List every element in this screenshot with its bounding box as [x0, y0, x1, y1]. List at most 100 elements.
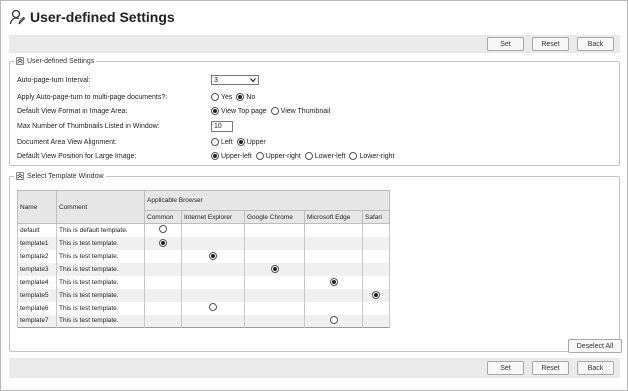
table-row[interactable]: template4 This is test template. — [17, 275, 390, 289]
view-format-thumbnail[interactable]: View Thumbnail — [270, 107, 330, 115]
collapse-icon[interactable] — [16, 57, 24, 65]
browser-cell — [362, 301, 390, 315]
template-name: template3 — [17, 262, 57, 276]
browser-cell — [181, 262, 245, 276]
browser-cell — [244, 301, 305, 315]
browser-cell — [362, 223, 390, 237]
auto-turn-interval-label: Auto-page-turn Interval: — [17, 76, 91, 84]
template-name: default — [17, 223, 57, 237]
position-upper-right[interactable]: Upper-right — [255, 152, 301, 160]
col-browser: Common — [144, 210, 182, 224]
browser-cell — [144, 288, 182, 302]
table-row[interactable]: template7 This is test template. — [17, 314, 390, 328]
browser-cell — [362, 288, 390, 302]
radio-left[interactable] — [211, 138, 219, 146]
radio-no[interactable] — [236, 93, 245, 101]
template-name: template6 — [17, 301, 57, 315]
browser-cell — [144, 301, 182, 315]
browser-cell — [304, 314, 363, 328]
table-row[interactable]: template2 This is test template. — [17, 249, 390, 263]
template-comment: This is test template. — [56, 236, 145, 250]
browser-cell — [304, 249, 363, 263]
browser-cell — [181, 249, 245, 263]
collapse-icon[interactable] — [16, 172, 24, 180]
template-name: template1 — [17, 236, 57, 250]
user-settings-legend[interactable]: User-defined Settings — [14, 57, 96, 65]
browser-cell — [304, 288, 363, 302]
browser-cell — [244, 275, 305, 289]
template-radio[interactable] — [372, 291, 380, 299]
col-comment: Comment — [56, 190, 145, 224]
top-toolbar: Set Reset Back — [9, 35, 620, 53]
browser-cell — [144, 314, 182, 328]
template-name: template5 — [17, 288, 57, 302]
table-row[interactable]: template5 This is test template. — [17, 288, 390, 302]
table-row[interactable]: default This is default template. — [17, 223, 390, 237]
table-row[interactable]: template3 This is test template. — [17, 262, 390, 276]
apply-auto-turn-label: Apply Auto-page-turn to multi-page docum… — [17, 93, 168, 101]
page-header: User-defined Settings — [9, 7, 175, 27]
alignment-left[interactable]: Left — [211, 138, 233, 146]
view-format-top-page[interactable]: View Top page — [211, 107, 267, 115]
browser-cell — [181, 236, 245, 250]
browser-cell — [181, 275, 245, 289]
back-button[interactable]: Back — [577, 361, 614, 375]
radio-upper[interactable] — [236, 138, 245, 146]
deselect-all-button[interactable]: Deselect All — [568, 339, 622, 353]
page-title: User-defined Settings — [30, 9, 175, 25]
browser-cell — [362, 314, 390, 328]
set-button[interactable]: Set — [487, 37, 524, 51]
browser-cell — [304, 236, 363, 250]
template-name: template7 — [17, 314, 57, 328]
radio-view-top-page[interactable] — [211, 107, 219, 115]
max-thumbnails-label: Max Number of Thumbnails Listed in Windo… — [17, 122, 160, 130]
position-upper-left[interactable]: Upper-left — [211, 152, 252, 160]
browser-cell — [244, 236, 305, 250]
position-lower-left[interactable]: Lower-left — [304, 152, 345, 160]
user-icon — [9, 9, 25, 25]
radio-lower-right[interactable] — [349, 152, 358, 160]
radio-yes[interactable] — [211, 93, 219, 101]
auto-turn-interval-select[interactable]: 3 — [211, 75, 259, 85]
col-browser: Internet Explorer — [181, 210, 245, 224]
position-lower-right[interactable]: Lower-right — [349, 152, 395, 160]
browser-cell — [181, 223, 245, 237]
template-radio[interactable] — [329, 278, 338, 286]
browser-cell — [304, 262, 363, 276]
browser-cell — [362, 249, 390, 263]
view-position-label: Default View Position for Large Image: — [17, 152, 137, 160]
reset-button[interactable]: Reset — [532, 37, 569, 51]
user-settings-panel: User-defined Settings Auto-page-turn Int… — [9, 57, 620, 166]
template-comment: This is test template. — [56, 249, 145, 263]
template-radio[interactable] — [209, 252, 217, 260]
view-format-label: Default View Format in Image Area: — [17, 107, 128, 115]
template-radio[interactable] — [159, 225, 167, 234]
template-window-legend[interactable]: Select Template Window — [14, 172, 106, 180]
apply-auto-turn-no[interactable]: No — [236, 93, 255, 101]
template-comment: This is test template. — [56, 288, 145, 302]
alignment-upper[interactable]: Upper — [236, 138, 266, 146]
template-radio[interactable] — [159, 239, 167, 247]
browser-cell — [244, 314, 305, 328]
radio-upper-left[interactable] — [211, 152, 219, 160]
template-radio[interactable] — [209, 303, 217, 311]
back-button[interactable]: Back — [577, 37, 614, 51]
template-comment: This is test template. — [56, 314, 145, 328]
browser-cell — [244, 288, 305, 302]
table-row[interactable]: template1 This is test template. — [17, 236, 390, 250]
browser-cell — [244, 223, 305, 237]
browser-cell — [144, 223, 182, 237]
settings-window: User-defined Settings Set Reset Back Use… — [0, 0, 628, 391]
template-name: template2 — [17, 249, 57, 263]
radio-lower-left[interactable] — [304, 152, 313, 160]
reset-button[interactable]: Reset — [532, 361, 569, 375]
template-radio[interactable] — [270, 265, 279, 273]
radio-view-thumbnail[interactable] — [270, 107, 279, 115]
max-thumbnails-input[interactable]: 10 — [211, 120, 233, 132]
template-radio[interactable] — [329, 315, 338, 324]
set-button[interactable]: Set — [487, 361, 524, 375]
radio-upper-right[interactable] — [255, 152, 264, 160]
browser-cell — [244, 249, 305, 263]
table-row[interactable]: template6 This is test template. — [17, 301, 390, 315]
apply-auto-turn-yes[interactable]: Yes — [211, 93, 232, 101]
